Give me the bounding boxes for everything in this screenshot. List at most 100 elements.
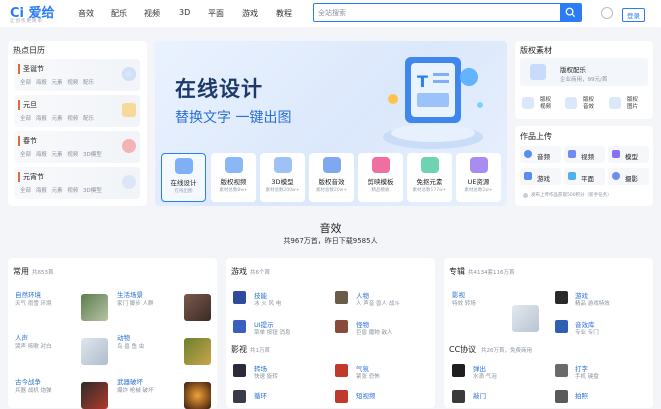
tile-sub: 在线出图 [174,189,193,194]
category-tags[interactable]: 菜单 按钮 消息 [254,328,291,336]
holiday-item[interactable]: 元旦 全部 海报 元素 视频 配乐 [14,95,140,127]
copyright-image-link[interactable]: 版权图片 [627,97,641,111]
holiday-item[interactable]: 春节 全部 海报 元素 视频 3D模型 [14,131,140,163]
photo-thumbnail[interactable] [555,390,568,403]
category-link[interactable]: 人声 [15,332,28,342]
category-tags[interactable]: 哭声 咳嗽 对白 [15,342,52,350]
tile-copyright-sfx[interactable]: 版权音效 素材总数20w+ [309,153,354,202]
special-count: 共4134套116万首 [468,270,515,276]
monitor-icon [174,158,193,174]
category-tags[interactable]: 人 声音 兽人 战斗 [356,299,400,307]
copyright-featured-title: 版权配乐 [560,66,586,74]
loop-thumbnail[interactable] [233,390,246,403]
category-tags[interactable]: 专业 专门 [575,328,599,336]
monster-thumbnail[interactable] [335,320,348,333]
film-thumbnail[interactable] [512,305,539,332]
category-link[interactable]: 古今战争 [15,376,41,386]
music-icon [530,64,546,80]
holiday-item[interactable]: 元宵节 全部 海报 元素 视频 3D模型 [14,167,140,199]
holiday-tags[interactable]: 全部 海报 元素 视频 3D模型 [20,150,102,158]
video-icon [522,97,534,109]
tile-ue-resources[interactable]: UE资源 素材总数2w+ [456,153,501,202]
upload-note: 发布上传作品获取500积分（新手任务） [531,193,612,198]
category-tags[interactable]: 水滴 气泡 [473,372,497,380]
category-tags[interactable]: 快速 旋转 [254,372,278,380]
search-button[interactable] [560,4,581,21]
nav-tutorial[interactable]: 教程 [276,8,292,19]
tile-online-design[interactable]: 在线设计 在线出图 [161,153,206,202]
holiday-tags[interactable]: 全部 海报 元素 视频 配乐 [20,78,94,86]
category-link[interactable]: 短视频 [356,390,376,400]
war-thumbnail[interactable] [81,382,108,409]
cube-icon [612,150,620,158]
category-tags[interactable]: 兵器 战机 炮弹 [15,386,52,394]
skill-thumbnail[interactable] [233,291,246,304]
tile-cutout-elements[interactable]: 免抠元素 素材总数177w+ [407,153,452,202]
transition-thumbnail[interactable] [233,364,246,377]
games-count: 共6个首 [250,270,270,276]
character-thumbnail[interactable] [335,291,348,304]
nav-music[interactable]: 配乐 [111,8,127,19]
search-box[interactable]: 全站搜索 [313,3,582,22]
tile-3d-model[interactable]: 3D模型 素材总数200w+ [260,153,305,202]
search-icon [565,7,576,18]
search-input[interactable]: 全站搜索 [318,8,346,18]
category-link[interactable]: 动物 [117,332,130,342]
category-tags[interactable]: 鸟 兽 鱼 虫 [117,342,144,350]
voice-thumbnail[interactable] [81,338,108,365]
category-link[interactable]: 武器破坏 [117,376,143,386]
category-tags[interactable]: 手机 键盘 [575,372,599,380]
category-tags[interactable]: 家门 脚步 人群 [117,299,154,307]
copyright-video-link[interactable]: 版权视频 [540,97,554,111]
login-button[interactable]: 登录 [622,8,645,22]
knock-thumbnail[interactable] [452,390,465,403]
category-link[interactable]: 敲门 [473,390,486,400]
copyright-sfx-link[interactable]: 版权音效 [583,97,597,111]
category-link[interactable]: 生活场景 [117,289,143,299]
notification-bell-icon[interactable] [601,7,613,19]
category-link[interactable]: 循环 [254,390,267,400]
nav-3d[interactable]: 3D [179,8,190,17]
category-tags[interactable]: 特效 转场 [452,299,476,307]
ui-thumbnail[interactable] [233,320,246,333]
category-tags[interactable]: 天气 雨雪 环境 [15,299,52,307]
life-thumbnail[interactable] [184,294,211,321]
tile-sub: 素材总数20w+ [315,188,348,193]
tile-copyright-video[interactable]: 版权视频 素材总数8w+ [211,153,256,202]
category-link[interactable]: 拍照 [575,390,588,400]
nature-thumbnail[interactable] [81,294,108,321]
game-album-thumbnail[interactable] [555,291,568,304]
holiday-tags[interactable]: 全部 海报 元素 视频 3D模型 [20,186,102,194]
typing-thumbnail[interactable] [555,364,568,377]
tile-capcut-template[interactable]: 剪映模板 精品模板 [358,153,403,202]
category-tags[interactable]: 紧张 恐怖 [356,372,380,380]
explosion-thumbnail[interactable] [184,382,211,409]
category-tags[interactable]: 精品 游戏特效 [575,299,610,307]
upload-label: 音频 [537,153,550,161]
atmosphere-thumbnail[interactable] [335,364,348,377]
holiday-item[interactable]: 圣诞节 全部 海报 元素 视频 配乐 [14,59,140,91]
section-title: 音效 [319,222,342,235]
tile-label: 3D模型 [271,178,294,186]
category-tags[interactable]: 巨兽 魔物 敌人 [356,328,393,336]
popup-thumbnail[interactable] [452,364,465,377]
info-icon [523,193,528,198]
animal-thumbnail[interactable] [184,338,211,365]
nav-game[interactable]: 游戏 [242,8,258,19]
holiday-tags[interactable]: 全部 海报 元素 视频 配乐 [20,114,94,122]
logo-tagline: 让创作更简单 [10,19,43,24]
tile-sub: 素材总数177w+ [412,188,447,193]
copyright-title: 版权素材 [520,46,552,55]
category-link[interactable]: 影视 [452,289,465,299]
library-thumbnail[interactable] [555,320,568,333]
category-link[interactable]: 自然环境 [15,289,41,299]
nav-graphic[interactable]: 平面 [208,8,224,19]
short-video-thumbnail[interactable] [335,390,348,403]
gamepad-icon [524,172,532,180]
svg-text:T: T [417,72,428,91]
nav-video[interactable]: 视频 [144,8,160,19]
nav-sfx[interactable]: 音效 [78,8,94,19]
tile-label: 免抠元素 [416,178,443,186]
category-tags[interactable]: 冰 火 风 电 [254,299,281,307]
category-tags[interactable]: 爆炸 枪械 破坏 [117,386,154,394]
